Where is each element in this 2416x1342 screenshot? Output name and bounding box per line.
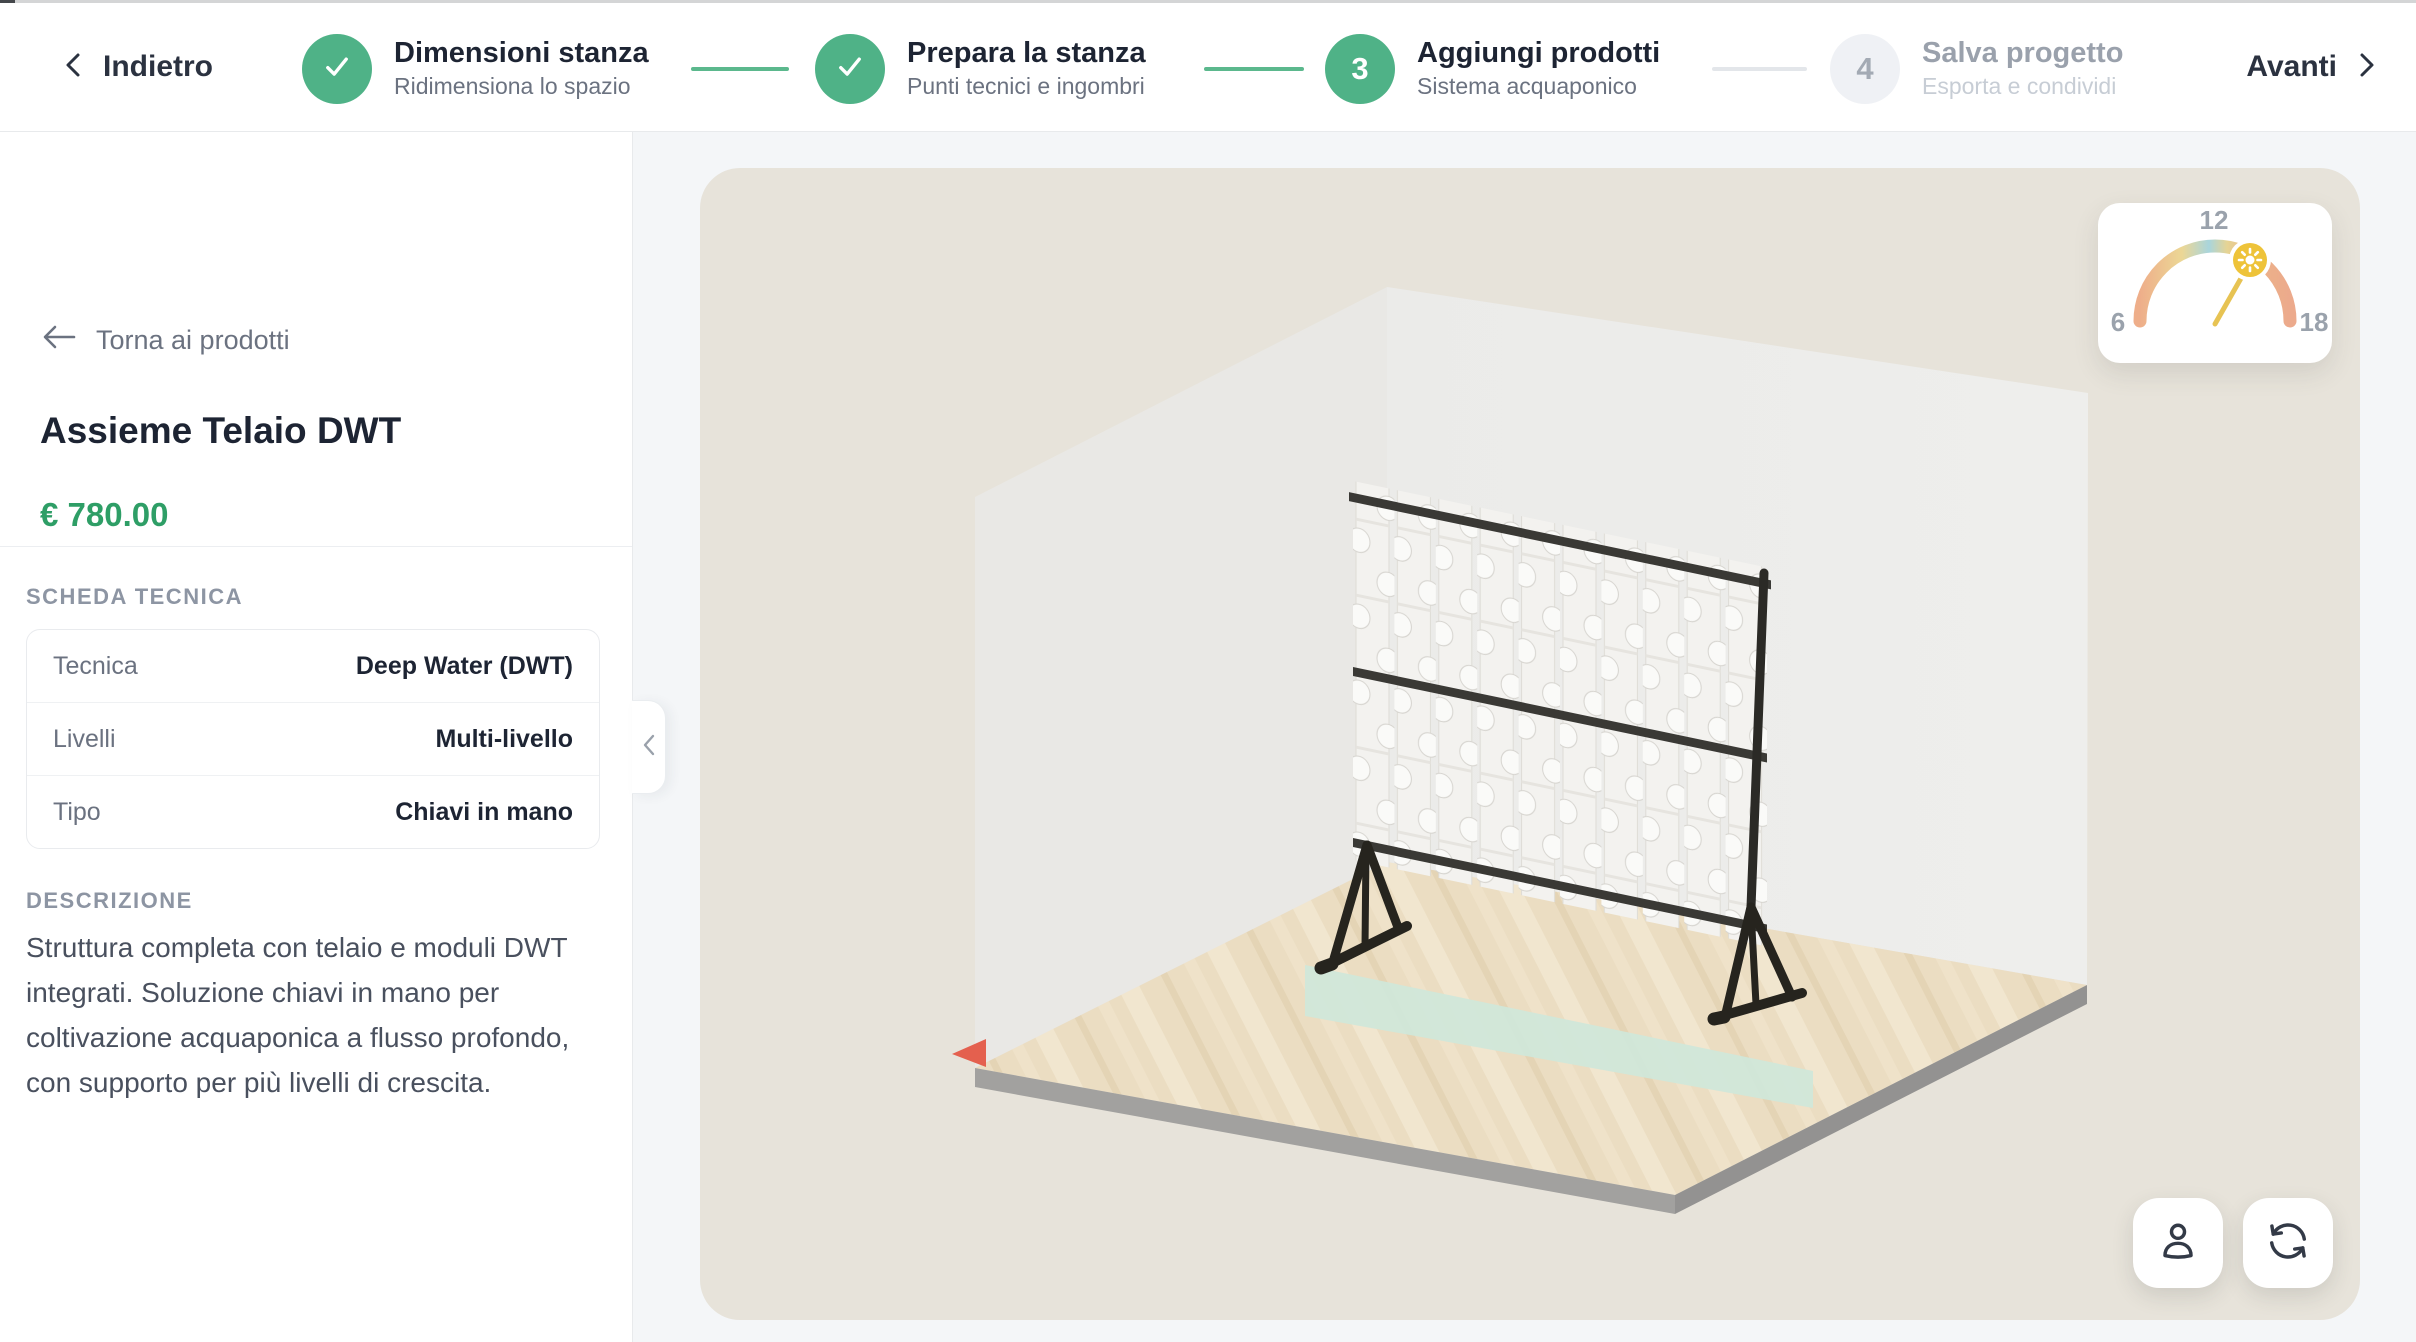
step-2-title: Prepara la stanza — [907, 36, 1146, 71]
sidebar-divider — [0, 546, 632, 547]
chevron-left-icon — [62, 50, 86, 85]
aquaponics-configurator: Indietro Dimensioni stanza Ridimensiona … — [0, 0, 2416, 1342]
sun-icon — [2229, 239, 2271, 281]
stepper-header: Indietro Dimensioni stanza Ridimensiona … — [0, 3, 2416, 132]
gauge-tick-18: 18 — [2300, 307, 2329, 337]
step-connector-3 — [1712, 67, 1807, 71]
sunlight-gauge[interactable]: 6 12 18 — [2098, 203, 2332, 363]
spec-label: Tecnica — [53, 652, 138, 681]
step-4-title: Salva progetto — [1922, 36, 2123, 71]
step-aggiungi-prodotti[interactable]: 3 Aggiungi prodotti Sistema acquaponico — [1325, 34, 1660, 104]
spec-label: Livelli — [53, 725, 116, 754]
step-4-circle: 4 — [1830, 34, 1900, 104]
next-button[interactable]: Avanti — [2246, 3, 2378, 131]
sidebar-collapse-handle[interactable] — [632, 700, 666, 794]
person-view-button[interactable] — [2133, 1198, 2223, 1288]
step-3-circle: 3 — [1325, 34, 1395, 104]
gauge-tick-6: 6 — [2111, 307, 2125, 337]
reset-view-button[interactable] — [2243, 1198, 2333, 1288]
step-1-circle — [302, 34, 372, 104]
step-2-subtitle: Punti tecnici e ingombri — [907, 71, 1146, 102]
step-prepara-la-stanza[interactable]: Prepara la stanza Punti tecnici e ingomb… — [815, 34, 1146, 104]
step-connector-1 — [691, 67, 789, 71]
product-price: € 780.00 — [40, 496, 168, 534]
product-detail-sidebar: Torna ai prodotti Assieme Telaio DWT € 7… — [0, 132, 633, 1342]
spec-value: Chiavi in mano — [395, 798, 573, 827]
check-icon — [833, 50, 867, 89]
next-button-label: Avanti — [2246, 50, 2337, 84]
spec-value: Multi-livello — [436, 725, 574, 754]
product-description: Struttura completa con telaio e moduli D… — [26, 925, 574, 1105]
room-3d-viewport[interactable]: 6 12 18 — [700, 168, 2360, 1320]
spec-value: Deep Water (DWT) — [356, 652, 573, 681]
specs-section-title: SCHEDA TECNICA — [26, 584, 243, 610]
description-section-title: DESCRIZIONE — [26, 888, 193, 914]
step-3-subtitle: Sistema acquaponico — [1417, 71, 1660, 102]
chevron-right-icon — [2354, 50, 2378, 85]
floor-origin-marker — [952, 1039, 986, 1067]
product-title: Assieme Telaio DWT — [40, 410, 401, 452]
spec-row-tecnica: Tecnica Deep Water (DWT) — [27, 630, 599, 703]
step-4-subtitle: Esporta e condividi — [1922, 71, 2123, 102]
spec-label: Tipo — [53, 798, 101, 827]
step-3-number: 3 — [1351, 51, 1368, 87]
back-button-label: Indietro — [103, 50, 213, 84]
spec-row-tipo: Tipo Chiavi in mano — [27, 776, 599, 848]
step-4-number: 4 — [1856, 51, 1873, 87]
arrow-left-icon — [42, 324, 76, 357]
step-3-title: Aggiungi prodotti — [1417, 36, 1660, 71]
back-to-products-link[interactable]: Torna ai prodotti — [42, 324, 290, 357]
step-1-title: Dimensioni stanza — [394, 36, 649, 71]
gauge-needle — [2215, 273, 2244, 324]
step-2-circle — [815, 34, 885, 104]
check-icon — [320, 50, 354, 89]
step-connector-2 — [1204, 67, 1304, 71]
spec-row-livelli: Livelli Multi-livello — [27, 703, 599, 776]
spec-table: Tecnica Deep Water (DWT) Livelli Multi-l… — [26, 629, 600, 849]
step-salva-progetto[interactable]: 4 Salva progetto Esporta e condividi — [1830, 34, 2123, 104]
chevron-left-icon — [639, 732, 659, 763]
step-dimensioni-stanza[interactable]: Dimensioni stanza Ridimensiona lo spazio — [302, 34, 649, 104]
step-1-subtitle: Ridimensiona lo spazio — [394, 71, 649, 102]
gauge-tick-12: 12 — [2200, 205, 2229, 235]
refresh-icon — [2265, 1218, 2311, 1269]
person-icon — [2155, 1218, 2201, 1269]
back-button[interactable]: Indietro — [62, 3, 213, 131]
back-to-products-label: Torna ai prodotti — [96, 325, 290, 356]
